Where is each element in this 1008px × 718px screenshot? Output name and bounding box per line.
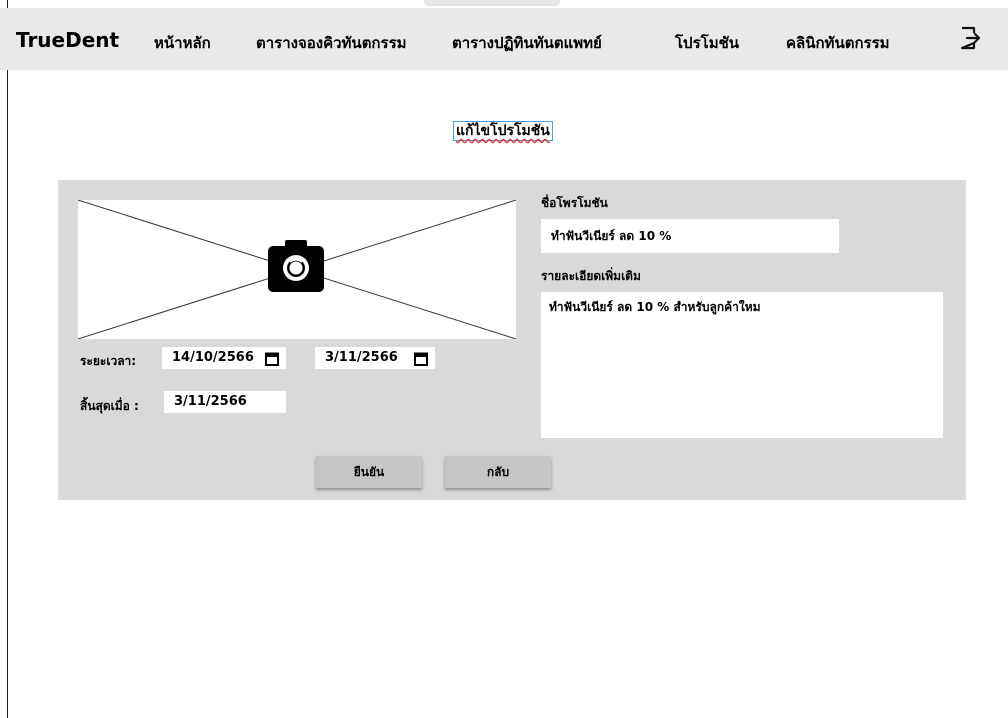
page-title: แก้ไขโปรโมชัน: [453, 121, 553, 141]
back-button[interactable]: กลับ: [445, 456, 551, 488]
window-top-grip: [424, 0, 560, 6]
expire-label: สิ้นสุดเมื่อ :: [80, 399, 139, 413]
period-label: ระยะเวลา:: [80, 354, 137, 368]
promotion-form-panel: ระยะเวลา: 14/10/2566 — 3/11/2566 สิ้นสุด…: [58, 180, 966, 500]
nav-dentist-calendar[interactable]: ตารางปฏิทินทันตแพทย์: [452, 31, 602, 55]
promotion-name-label: ชื่อโพรโมชัน: [541, 196, 608, 210]
detail-label: รายละเอียดเพิ่มเติม: [541, 269, 641, 283]
window-left-edge: [7, 0, 8, 718]
promotion-name-input[interactable]: ทำฟันวีเนียร์ ลด 10 %: [541, 219, 839, 253]
confirm-button[interactable]: ยืนยัน: [316, 456, 422, 488]
nav-home[interactable]: หน้าหลัก: [154, 31, 211, 55]
calendar-icon[interactable]: [414, 351, 428, 366]
brand-logo[interactable]: TrueDent: [16, 28, 119, 52]
logout-icon[interactable]: [959, 26, 981, 50]
promotion-image-upload[interactable]: [78, 200, 516, 339]
nav-promotion[interactable]: โปรโมชัน: [675, 31, 739, 55]
top-navbar: TrueDent หน้าหลัก ตารางจองคิวทันตกรรม ตา…: [0, 8, 1008, 70]
calendar-icon[interactable]: [265, 351, 279, 366]
expire-date-input[interactable]: 3/11/2566: [164, 391, 286, 413]
nav-booking-schedule[interactable]: ตารางจองคิวทันตกรรม: [256, 31, 407, 55]
camera-icon: [268, 240, 324, 296]
detail-textarea[interactable]: ทำฟันวีเนียร์ ลด 10 % สำหรับลูกค้าใหม: [541, 292, 943, 438]
nav-dental-clinic[interactable]: คลินิกทันตกรรม: [786, 31, 890, 55]
